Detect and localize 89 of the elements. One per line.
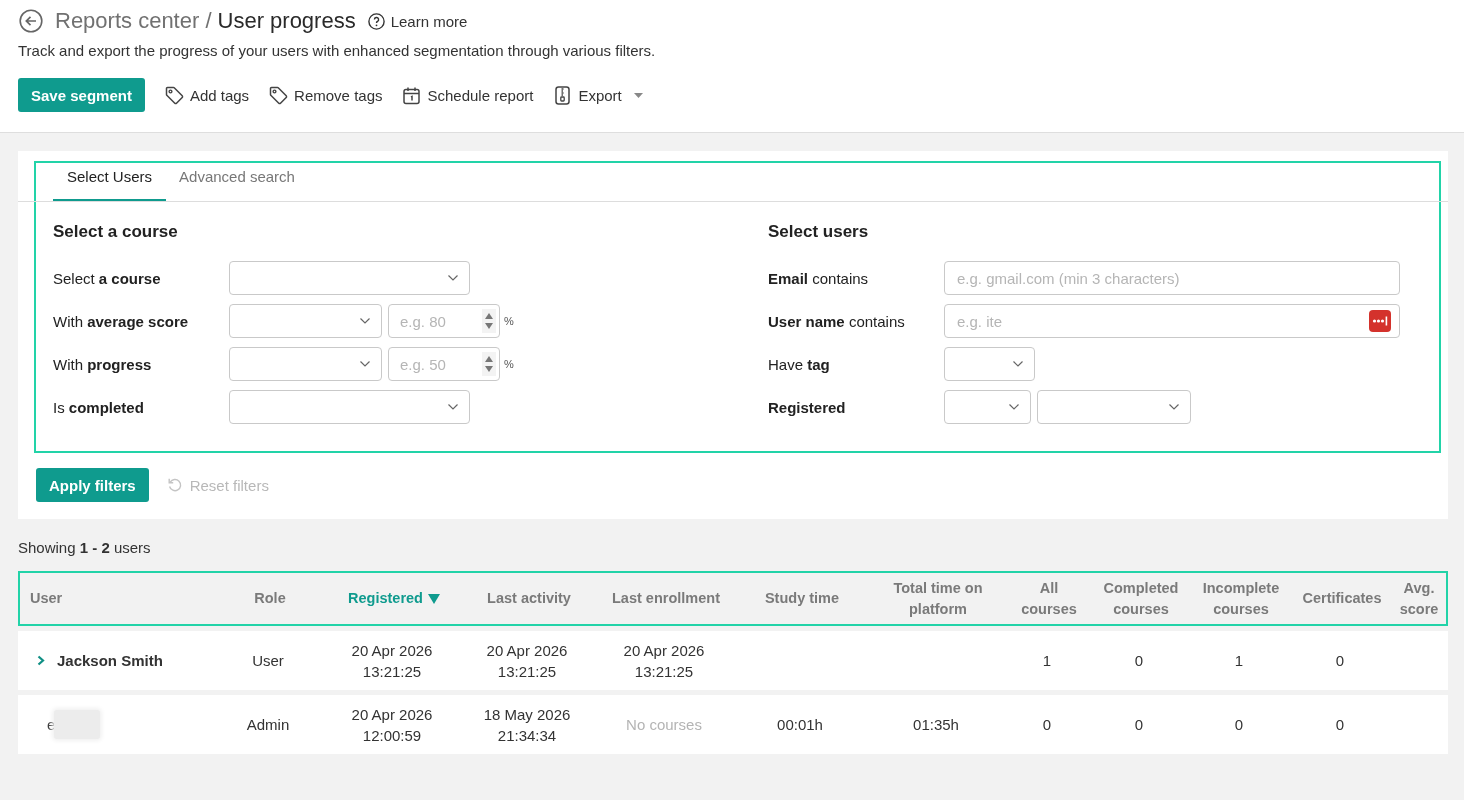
results-summary: Showing 1 - 2 users [18, 538, 152, 558]
chevron-down-icon [360, 361, 370, 367]
toolbar-button[interactable]: Schedule report [402, 78, 534, 112]
chevron-down-icon [448, 404, 458, 410]
table-cell-text: 20 Apr 2026 13:21:25 [485, 640, 569, 682]
column-header[interactable]: Avg. score [1392, 577, 1446, 620]
zip-file-icon [553, 85, 573, 105]
chevron-right-icon[interactable] [37, 655, 45, 666]
table-row[interactable]: e Admin 20 Apr 2026 12:00:59 18 May 2026 21:34:34 No courses 00:01h 01:35h 0 0 0 0 [18, 695, 1448, 754]
chevron-down-icon [360, 318, 370, 324]
column-header[interactable]: Total time on platform [870, 577, 1006, 620]
select-field[interactable] [944, 390, 1031, 424]
unit-label: % [504, 315, 514, 327]
table-cell-text: 1 [1041, 651, 1053, 671]
column-header[interactable]: User [20, 588, 212, 609]
caret-down-icon [633, 92, 643, 98]
field-label: Is completed [53, 398, 145, 416]
empty-note: No courses [625, 715, 703, 735]
field-label: Have tag [768, 355, 831, 373]
stepper-arrows-icon[interactable] [482, 352, 496, 376]
toolbar-button[interactable]: Add tags [164, 78, 250, 112]
tag-icon [269, 85, 289, 105]
tag-icon [164, 85, 184, 105]
table-cell-text: 00:01h [776, 715, 824, 735]
breadcrumb-link[interactable]: Reports center / [55, 8, 212, 34]
text-field[interactable]: e.g. ite [944, 304, 1400, 338]
field-label: Select a course [53, 269, 162, 287]
chevron-down-icon [1013, 361, 1023, 367]
table-cell-text: Admin [245, 715, 291, 735]
field-label: With progress [53, 355, 153, 373]
refresh-icon [166, 477, 183, 493]
select-field[interactable] [1037, 390, 1191, 424]
user-name: e [47, 716, 56, 733]
column-header[interactable]: Last activity [460, 588, 598, 609]
calendar-icon [402, 85, 422, 105]
column-header[interactable]: Registered [328, 588, 460, 609]
table-cell-text: 0 [1041, 715, 1053, 735]
tab[interactable]: Select Users [53, 163, 167, 201]
table-cell-text: 01:35h [912, 715, 960, 735]
field-label: With average score [53, 312, 190, 330]
learn-more-link[interactable]: Learn more [390, 12, 468, 30]
column-header[interactable]: Completed courses [1092, 577, 1190, 620]
table-cell-text: 20 Apr 2026 13:21:25 [622, 640, 706, 682]
table-cell-text: 1 [1233, 651, 1245, 671]
text-field[interactable]: e.g. gmail.com (min 3 characters) [944, 261, 1400, 295]
table-cell-text: 0 [1334, 651, 1346, 671]
table-cell-text: User [251, 651, 285, 671]
number-field[interactable]: e.g. 50 [388, 347, 500, 381]
table-cell-text: 20 Apr 2026 12:00:59 [350, 704, 434, 746]
help-icon [367, 12, 385, 30]
select-field[interactable] [229, 390, 470, 424]
chevron-down-icon [1009, 404, 1019, 410]
column-header[interactable]: Last enrollment [598, 588, 734, 609]
select-field[interactable] [229, 304, 382, 338]
chevron-down-icon [1169, 404, 1179, 410]
column-header[interactable]: Role [212, 588, 328, 609]
select-field[interactable] [229, 261, 470, 295]
section-heading: Select a course [53, 221, 179, 243]
field-label: Email contains [768, 269, 870, 287]
column-header[interactable]: All courses [1006, 577, 1092, 620]
chevron-down-icon [448, 275, 458, 281]
save-segment-button[interactable]: Save segment [18, 78, 145, 112]
select-field[interactable] [944, 347, 1035, 381]
unit-label: % [504, 358, 514, 370]
table-cell-text: 20 Apr 2026 13:21:25 [350, 640, 434, 682]
page-title: User progress [217, 8, 356, 34]
table-cell-text: 0 [1233, 715, 1245, 735]
section-heading: Select users [768, 221, 870, 243]
table-cell-text: 0 [1334, 715, 1346, 735]
column-header[interactable]: Incomplete courses [1190, 577, 1292, 620]
field-label: User name contains [768, 312, 906, 330]
table-cell-text: 18 May 2026 21:34:34 [482, 704, 572, 746]
toolbar-button[interactable]: Remove tags [269, 78, 383, 112]
stepper-arrows-icon[interactable] [482, 309, 496, 333]
sort-descending-icon [427, 593, 440, 604]
page-description: Track and export the progress of your users with enhanced segmentation through various filters. [18, 41, 657, 61]
table-row[interactable]: Jackson Smith User 20 Apr 2026 13:21:25 20 Apr 2026 13:21:25 20 Apr 2026 13:21:25 1 0 1 0 [18, 631, 1448, 690]
column-header[interactable]: Study time [734, 588, 870, 609]
user-name: Jackson Smith [57, 652, 163, 669]
field-label: Registered [768, 398, 847, 416]
number-field[interactable]: e.g. 80 [388, 304, 500, 338]
dropdown-button[interactable]: Export [553, 78, 643, 112]
password-manager-icon[interactable] [1369, 310, 1391, 332]
table-cell-text: 0 [1133, 651, 1145, 671]
table-cell-text: 0 [1133, 715, 1145, 735]
tab[interactable]: Advanced search [166, 163, 308, 201]
apply-filters-button[interactable]: Apply filters [36, 468, 149, 502]
column-header[interactable]: Certificates [1292, 588, 1392, 609]
select-field[interactable] [229, 347, 382, 381]
